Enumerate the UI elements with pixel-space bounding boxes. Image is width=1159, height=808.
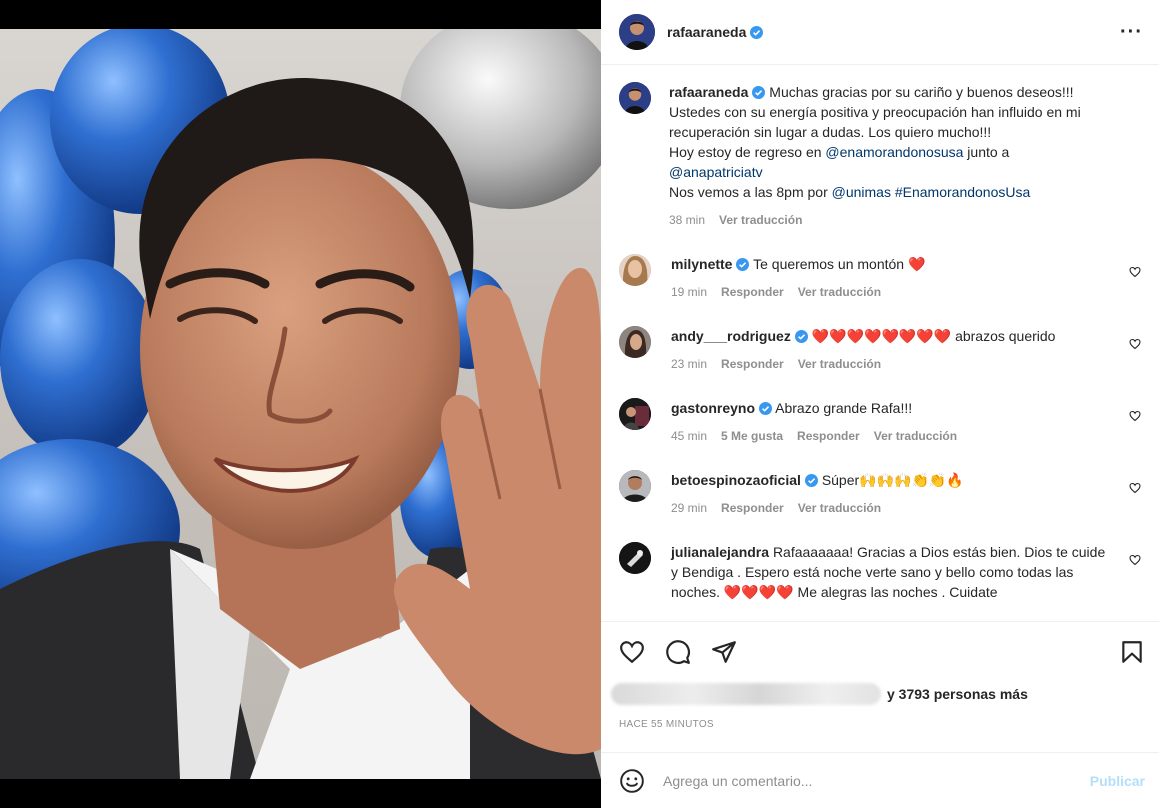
comment-username[interactable]: milynette	[671, 256, 732, 272]
verified-icon	[804, 474, 818, 487]
translate-button[interactable]: Ver traducción	[874, 426, 957, 446]
like-comment-heart-icon[interactable]	[1129, 410, 1141, 422]
verified-icon	[759, 402, 773, 415]
comment-item: betoespinozaoficial Súper🙌🙌🙌👏👏🔥 29 min R…	[619, 470, 1143, 518]
reply-button[interactable]: Responder	[797, 426, 860, 446]
comment-item: julianalejandra Rafaaaaaaa! Gracias a Di…	[619, 542, 1143, 602]
comment-text: Abrazo grande Rafa!!!	[775, 400, 913, 416]
comment-username[interactable]: julianalejandra	[671, 544, 769, 560]
post-caption: rafaaraneda Muchas gracias por su cariño…	[619, 82, 1143, 230]
comment-text: Súper🙌🙌🙌👏👏🔥	[821, 472, 964, 488]
selfie-illustration	[0, 29, 601, 779]
comment-username[interactable]: betoespinozaoficial	[671, 472, 801, 488]
post-photo[interactable]	[0, 0, 601, 808]
comment-avatar[interactable]	[619, 470, 651, 502]
author-avatar[interactable]	[619, 14, 655, 50]
comment-text: abrazos querido	[955, 328, 1056, 344]
comment-input[interactable]	[663, 772, 1090, 789]
comment-avatar[interactable]	[619, 254, 651, 286]
caption-avatar[interactable]	[619, 82, 651, 114]
like-comment-heart-icon[interactable]	[1129, 482, 1141, 494]
caption-time[interactable]: 38 min	[669, 210, 705, 230]
translate-button[interactable]: Ver traducción	[798, 354, 881, 374]
emoji-icon[interactable]	[619, 768, 645, 794]
comment-item: milynette Te queremos un montón ❤️ 19 mi…	[619, 254, 1143, 302]
post-header: rafaaraneda ···	[601, 0, 1159, 65]
reply-button[interactable]: Responder	[721, 498, 784, 518]
comment-item: gastonreyno Abrazo grande Rafa!!! 45 min…	[619, 398, 1143, 446]
translate-button[interactable]: Ver traducción	[798, 282, 881, 302]
comment-time[interactable]: 29 min	[671, 498, 707, 518]
like-comment-heart-icon[interactable]	[1129, 266, 1141, 278]
avatar-image	[619, 398, 651, 430]
comment-time[interactable]: 23 min	[671, 354, 707, 374]
author-username[interactable]: rafaaraneda	[667, 24, 746, 40]
translate-button[interactable]: Ver traducción	[719, 210, 802, 230]
reply-button[interactable]: Responder	[721, 282, 784, 302]
post-actions-bar	[601, 621, 1159, 681]
caption-username[interactable]: rafaaraneda	[669, 84, 748, 100]
comment-icon[interactable]	[665, 639, 691, 665]
verified-icon	[752, 86, 766, 99]
comment-time[interactable]: 19 min	[671, 282, 707, 302]
add-comment-bar: Publicar	[601, 752, 1159, 808]
mention-link[interactable]: @enamorandonosusa	[825, 144, 963, 160]
mention-link[interactable]: @unimas	[832, 184, 891, 200]
verified-icon	[750, 25, 764, 39]
comment-username[interactable]: gastonreyno	[671, 400, 755, 416]
avatar-image	[619, 542, 651, 574]
likes-count-text[interactable]: y 3793 personas más	[887, 686, 1028, 702]
comment-text: Te queremos un montón	[753, 256, 905, 272]
share-icon[interactable]	[711, 639, 737, 665]
post-image[interactable]	[0, 29, 601, 779]
heart-icon[interactable]	[619, 639, 645, 665]
comment-avatar[interactable]	[619, 542, 651, 574]
avatar-image	[619, 82, 651, 114]
like-comment-heart-icon[interactable]	[1129, 554, 1141, 566]
comment-avatar[interactable]	[619, 398, 651, 430]
avatar-image	[619, 14, 655, 50]
comment-avatar[interactable]	[619, 326, 651, 358]
comment-username[interactable]: andy___rodriguez	[671, 328, 791, 344]
more-options-icon[interactable]: ···	[1120, 22, 1143, 42]
mention-link[interactable]: @anapatriciatv	[669, 164, 763, 180]
verified-icon	[736, 258, 750, 271]
comment-item: andy___rodriguez ❤️❤️❤️❤️❤️❤️❤️❤️ abrazo…	[619, 326, 1143, 374]
avatar-image	[619, 254, 651, 286]
like-comment-heart-icon[interactable]	[1129, 338, 1141, 350]
hashtag-link[interactable]: #EnamorandonosUsa	[895, 184, 1030, 200]
caption-text: Hoy estoy de regreso en	[669, 144, 826, 160]
blurred-likers	[611, 683, 881, 705]
caption-text: junto a	[963, 144, 1010, 160]
avatar-image	[619, 326, 651, 358]
likes-summary[interactable]: y 3793 personas más	[611, 680, 1028, 708]
reply-button[interactable]: Responder	[721, 354, 784, 374]
post-details-panel: rafaaraneda ··· rafaaraneda Muchas graci…	[601, 0, 1159, 808]
comment-emoji: ❤️	[907, 256, 926, 272]
bookmark-icon[interactable]	[1119, 639, 1145, 665]
verified-icon	[794, 330, 808, 343]
comment-time[interactable]: 45 min	[671, 426, 707, 446]
post-timestamp[interactable]: HACE 55 MINUTOS	[619, 719, 714, 730]
comment-emoji: ❤️❤️❤️❤️❤️❤️❤️❤️	[811, 328, 952, 344]
translate-button[interactable]: Ver traducción	[798, 498, 881, 518]
caption-text: Nos vemos a las 8pm por	[669, 184, 832, 200]
comment-likes-count[interactable]: 5 Me gusta	[721, 426, 783, 446]
publish-button[interactable]: Publicar	[1090, 773, 1145, 789]
avatar-image	[619, 470, 651, 502]
comments-list[interactable]: rafaaraneda Muchas gracias por su cariño…	[601, 66, 1159, 621]
